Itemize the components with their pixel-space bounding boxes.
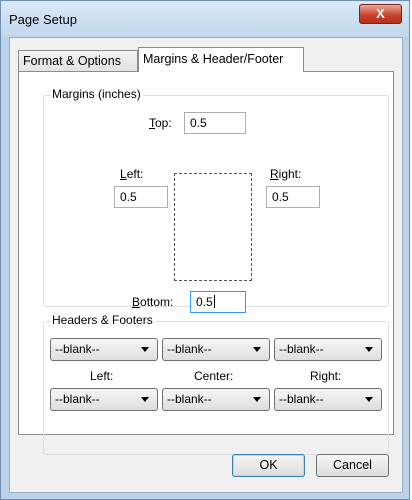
chevron-down-icon [253, 397, 261, 402]
chevron-down-icon [141, 347, 149, 352]
tab-format-options[interactable]: Format & Options [18, 50, 138, 71]
left-margin-input[interactable]: 0.5 [114, 186, 168, 208]
chevron-down-icon [141, 397, 149, 402]
chevron-down-icon [365, 347, 373, 352]
margins-group-label: Margins (inches) [50, 87, 143, 101]
tab-format-options-label: Format & Options [23, 54, 121, 68]
top-margin-input[interactable]: 0.5 [184, 112, 246, 134]
footer-right-select[interactable]: --blank-- [274, 388, 382, 411]
tab-margins-header-footer[interactable]: Margins & Header/Footer [138, 47, 304, 72]
header-left-select[interactable]: --blank-- [50, 338, 158, 361]
bottom-margin-input[interactable]: 0.5 [190, 291, 246, 313]
header-center-select[interactable]: --blank-- [162, 338, 270, 361]
headers-footers-group: Headers & Footers --blank-- --blank-- --… [43, 313, 389, 455]
headers-footers-group-label: Headers & Footers [50, 313, 155, 327]
left-label: Left: [120, 167, 144, 181]
text-caret [213, 295, 215, 308]
footer-center-select[interactable]: --blank-- [162, 388, 270, 411]
margins-group: Margins (inches) Top: 0.5 Left: 0.5 Righ… [43, 87, 389, 313]
right-margin-input[interactable]: 0.5 [266, 186, 320, 208]
page-setup-dialog: Page Setup X Format & Options Margins & … [0, 0, 410, 500]
dialog-title: Page Setup [9, 12, 77, 27]
page-preview [174, 173, 252, 281]
footer-left-select[interactable]: --blank-- [50, 388, 158, 411]
col-right-label: Right: [310, 369, 342, 383]
header-right-select[interactable]: --blank-- [274, 338, 382, 361]
title-bar: Page Setup X [1, 1, 409, 37]
close-button[interactable]: X [359, 4, 402, 24]
chevron-down-icon [365, 397, 373, 402]
bottom-label: Bottom: [132, 295, 174, 309]
dialog-client: Format & Options Margins & Header/Footer… [9, 37, 403, 493]
ok-button[interactable]: OK [232, 454, 305, 477]
cancel-button[interactable]: Cancel [316, 454, 389, 477]
top-label: Top: [149, 116, 172, 130]
col-center-label: Center: [194, 369, 234, 383]
right-label: Right: [270, 167, 302, 181]
tab-panel: Margins (inches) Top: 0.5 Left: 0.5 Righ… [18, 71, 394, 455]
col-left-label: Left: [90, 369, 114, 383]
close-icon: X [376, 6, 385, 21]
chevron-down-icon [253, 347, 261, 352]
tab-margins-header-footer-label: Margins & Header/Footer [143, 52, 284, 66]
